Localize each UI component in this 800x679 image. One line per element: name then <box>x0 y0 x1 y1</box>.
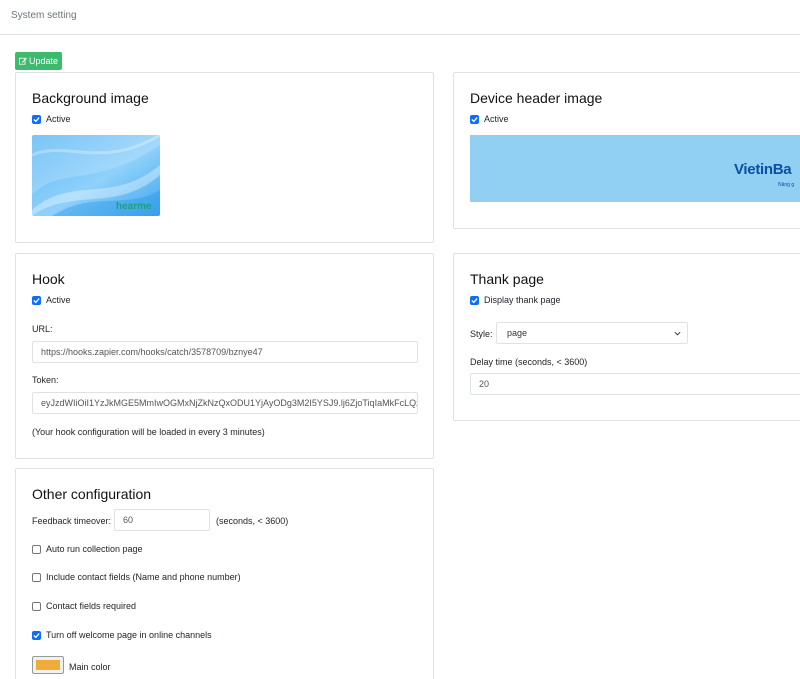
vietinbank-slogan: Nâng g <box>778 182 795 188</box>
option-row: Include contact fields (Name and phone n… <box>32 572 241 582</box>
hook-title: Hook <box>32 271 65 287</box>
hook-active-label: Active <box>46 295 71 305</box>
include-contact-checkbox[interactable] <box>32 572 41 582</box>
hook-token-input[interactable]: eyJzdWIiOiI1YzJkMGE5MmIwOGMxNjZkNzQxODU1… <box>32 392 418 414</box>
display-thank-page-label: Display thank page <box>484 295 561 305</box>
contact-required-checkbox[interactable] <box>32 601 41 611</box>
display-thank-page-row: Display thank page <box>470 295 561 305</box>
hook-note: (Your hook configuration will be loaded … <box>32 427 265 437</box>
update-button[interactable]: Update <box>15 52 62 70</box>
hook-token-label: Token: <box>32 375 59 385</box>
feedback-timeover-unit: (seconds, < 3600) <box>216 516 289 526</box>
background-active-label: Active <box>46 114 71 124</box>
option-row: Contact fields required <box>32 601 136 611</box>
device-header-image-title: Device header image <box>470 90 603 106</box>
thank-page-title: Thank page <box>470 271 544 287</box>
other-configuration-title: Other configuration <box>32 486 152 502</box>
background-active-checkbox[interactable] <box>32 114 41 124</box>
delay-time-input[interactable]: 20 <box>470 373 800 395</box>
hearme-logo: hearme <box>116 201 152 212</box>
device-header-active-label: Active <box>484 114 509 124</box>
feedback-timeover-label: Feedback timeover: <box>32 516 112 526</box>
feedback-timeover-input[interactable]: 60 <box>114 509 210 531</box>
background-active-row: Active <box>32 114 71 124</box>
thank-page-card: Thank page Display thank page Style: pag… <box>453 253 800 421</box>
device-header-active-checkbox[interactable] <box>470 114 479 124</box>
hook-active-row: Active <box>32 295 71 305</box>
edit-icon <box>18 57 27 65</box>
style-select[interactable]: page <box>496 322 688 344</box>
update-button-label: Update <box>28 56 59 66</box>
style-select-value: page <box>507 328 528 338</box>
hook-card: Hook Active URL: https://hooks.zapier.co… <box>15 253 434 459</box>
option-row: Turn off welcome page in online channels <box>32 630 212 640</box>
style-label: Style: <box>470 329 493 339</box>
option-row: Auto run collection page <box>32 544 143 554</box>
delay-time-label: Delay time (seconds, < 3600) <box>470 357 588 367</box>
page-title: System setting <box>11 10 77 21</box>
device-header-image-card: Device header image Active VietinBa Nâng… <box>453 72 800 229</box>
main-color-picker[interactable] <box>32 656 64 674</box>
main-color-fill <box>36 660 60 670</box>
device-header-active-row: Active <box>470 114 509 124</box>
turn-off-welcome-label: Turn off welcome page in online channels <box>46 630 212 640</box>
device-header-image-preview[interactable]: VietinBa Nâng g <box>470 135 800 202</box>
display-thank-page-checkbox[interactable] <box>470 295 479 305</box>
hook-url-label: URL: <box>32 324 53 334</box>
top-bar: System setting <box>0 0 800 35</box>
contact-required-label: Contact fields required <box>46 601 137 611</box>
include-contact-label: Include contact fields (Name and phone n… <box>46 572 241 582</box>
turn-off-welcome-checkbox[interactable] <box>32 630 41 640</box>
auto-run-label: Auto run collection page <box>46 544 143 554</box>
background-image-preview[interactable]: hearme <box>32 135 160 216</box>
auto-run-checkbox[interactable] <box>32 544 41 554</box>
other-configuration-card: Other configuration Feedback timeover: 6… <box>15 468 434 679</box>
chevron-down-icon <box>674 331 681 336</box>
vietinbank-logo: VietinBa <box>734 161 792 178</box>
main-color-label: Main color <box>69 662 111 672</box>
background-image-card: Background image Active hearme <box>15 72 434 243</box>
hook-url-input[interactable]: https://hooks.zapier.com/hooks/catch/357… <box>32 341 418 363</box>
background-image-title: Background image <box>32 90 149 106</box>
hook-active-checkbox[interactable] <box>32 295 41 305</box>
